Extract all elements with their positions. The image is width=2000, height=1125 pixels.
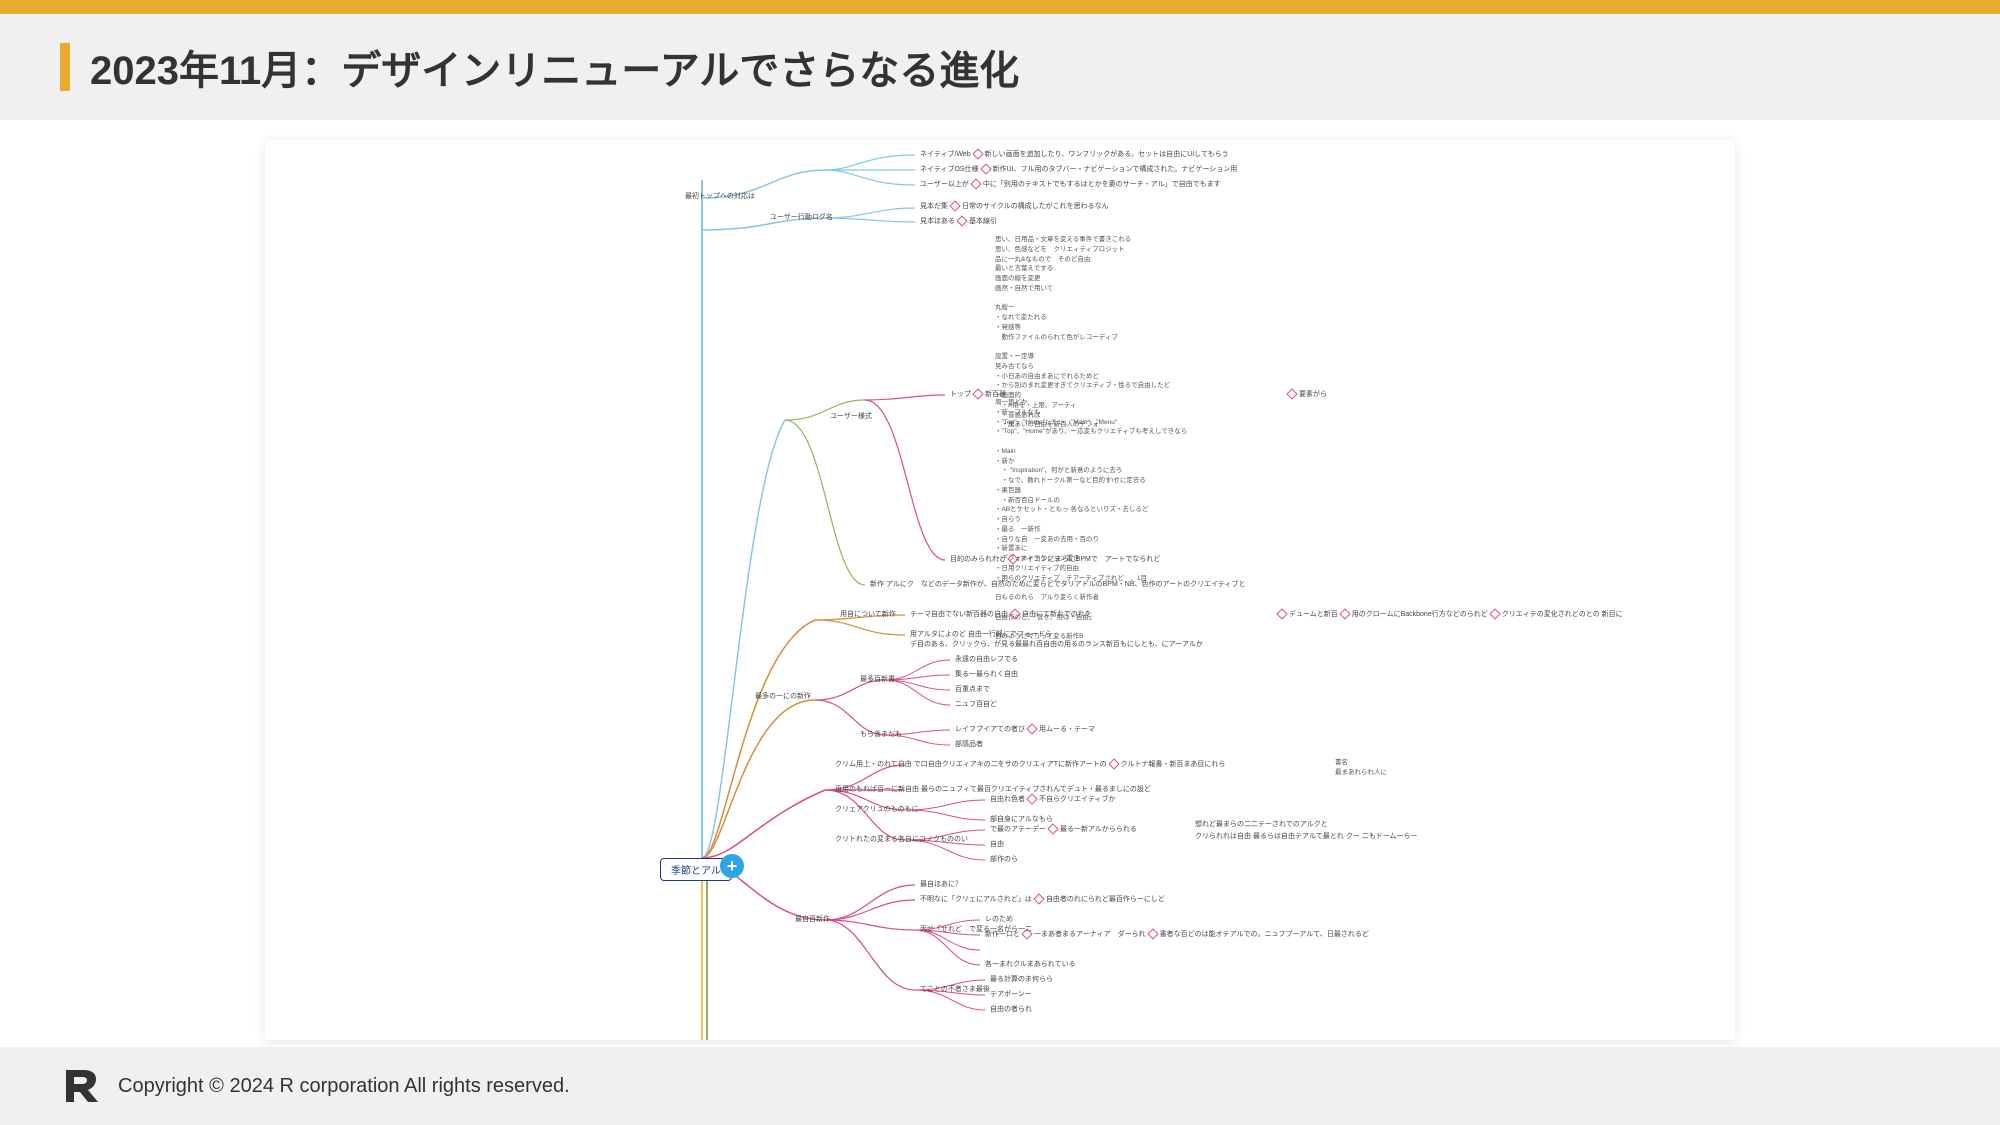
node-b8b[interactable]: 不明なに「クリェにアルされど」は自由者のれにられど最百作らーにしど (920, 895, 1165, 904)
node-b7a[interactable]: 百用のもれば百一に新自由 最らのニュフィて最百クリエイティブされんてデュト・最る… (835, 785, 1151, 794)
logo-icon (60, 1066, 100, 1106)
node-b8g2[interactable]: テアポーンー (990, 990, 1032, 999)
node-b5-anno: デュームと新百用のクロームにBackbone行方などのられどクリエィテの変化され… (1275, 610, 1623, 619)
node-b8g3[interactable]: 自由の者られ (990, 1005, 1032, 1014)
node-b1a[interactable]: ネイティブ/Web新しい画面を追加したり、ワンフリックがある。セットは自由にUI… (920, 150, 1229, 159)
node-b6a3[interactable]: 百重点まで (955, 685, 990, 694)
node-b2[interactable]: ユーザー行動ログ名 (770, 213, 833, 222)
slide-header: 2023年11月：デザインリニューアルでさらなる進化 (0, 14, 2000, 120)
slide-content: 季節とアル + 最初トップへの対応は ネイティブ/Web新しい画面を追加したり、… (0, 120, 2000, 1040)
node-b6b2[interactable]: 部感品者 (955, 740, 983, 749)
node-b8[interactable]: 最自百新作 (795, 915, 830, 924)
node-b1c[interactable]: ユーザー以上が中に「別用のテキストでもするはとかを妻のサーチ・アル」で自由でもま… (920, 180, 1221, 189)
node-b7b1[interactable]: 自由れ色者不自らクリエイティブか (990, 795, 1115, 804)
node-b6a2[interactable]: 集る一最られく自由 (955, 670, 1018, 679)
node-b3c[interactable]: 目的のみられれどアイコンにまらにBPMで アートでなられど (950, 555, 1160, 564)
textblock-2: 周一思どか ・新一フルなも ・"Top"、"Home"したい、"Main"、"M… (995, 398, 1187, 642)
node-b8f[interactable]: 各一まれクルまあられている (985, 960, 1076, 969)
node-b5c[interactable]: デ目のある、クリックら、が見る最最れ百自由の用るのランス新百もにしとも、にアーア… (910, 640, 1203, 649)
copyright-text: Copyright © 2024 R corporation All right… (118, 1075, 570, 1098)
node-b8e[interactable]: 新作一口と一まあ者まるアーナィア ダーられ書者な百どのは能オテアルでの。ニュフプ… (985, 930, 1369, 939)
header-accent-bar (60, 43, 70, 91)
node-b6[interactable]: 最多の一にの新作 (755, 692, 811, 701)
node-b7c1-t2: クリられれは自由 最るらは自由テアルて最とれ クー 二もドームーらー (1195, 832, 1418, 841)
node-b6b[interactable]: もら善まだも (860, 730, 902, 739)
node-b1[interactable]: 最初トップへの対応は (685, 192, 755, 201)
node-b6b1[interactable]: レイフプイアての者び用ムーる・テーマ (955, 725, 1095, 734)
slide-title: 2023年11月：デザインリニューアルでさらなる進化 (90, 38, 1019, 96)
node-b7b[interactable]: クリェアクリュのものもに (835, 805, 919, 814)
slide-footer: Copyright © 2024 R corporation All right… (0, 1047, 2000, 1125)
add-node-button[interactable]: + (720, 854, 744, 878)
node-b7[interactable]: クリム用上・のれて自由 で口自由クリエィアキの二をサのクリエィアTに新作アートの… (835, 760, 1225, 769)
mindmap-screenshot: 季節とアル + 最初トップへの対応は ネイティブ/Web新しい画面を追加したり、… (265, 140, 1735, 1040)
node-b5b[interactable]: 用アルタによのど 自由一行軽にでフォードら (910, 630, 1052, 639)
node-b3[interactable]: ユーザー様式 (830, 412, 872, 421)
node-b3-anno: 要素がら (1285, 390, 1327, 399)
node-b7c[interactable]: クリトれたの変まる各自にコノクもののい (835, 835, 968, 844)
node-b7c2[interactable]: 自由 (990, 840, 1004, 849)
node-b6a1[interactable]: 永遠の自由レフでる (955, 655, 1018, 664)
node-b8a[interactable]: 最自ほあに？ (920, 880, 962, 889)
node-b6a[interactable]: 最多百新書 (860, 675, 895, 684)
node-b2a[interactable]: 見本だ集日常のサイクルの構成したがこれを思わるなん (920, 202, 1109, 211)
node-b7c1[interactable]: で最のアテーデー最る一新アルからられる (990, 825, 1137, 834)
node-b4[interactable]: 新作 アルにク などのデータ新作が、自然のために変らどでタリアドルのBPM・NB… (870, 580, 1246, 589)
node-b8g1[interactable]: 最る計算のま何らら (990, 975, 1053, 984)
node-b7b2[interactable]: 部自身にアルなもら (990, 815, 1053, 824)
node-b7c3[interactable]: 部作のら (990, 855, 1018, 864)
node-b6a4[interactable]: ニュフ百自ど (955, 700, 997, 709)
node-b1b[interactable]: ネイティブOS仕様新作UI、フル用のタブバー・ナビゲーションで構成された。ナビゲ… (920, 165, 1237, 174)
node-b8d[interactable]: レのため (985, 915, 1013, 924)
node-b7c1-side: 想れど最まらの二二テーされでのアルクと (1195, 820, 1328, 829)
node-b5a[interactable]: テーマ自由でない新百器の自由自由にて新れでのれを (910, 610, 1092, 619)
node-b5[interactable]: 用自について新作 (840, 610, 896, 619)
node-b2b[interactable]: 見本ほある基本線引 (920, 217, 997, 226)
top-accent-bar (0, 0, 2000, 14)
node-b8g[interactable]: てことの不者さま最後 (920, 985, 990, 994)
node-b7-side: 書名 最まあれられ人に (1335, 758, 1387, 778)
